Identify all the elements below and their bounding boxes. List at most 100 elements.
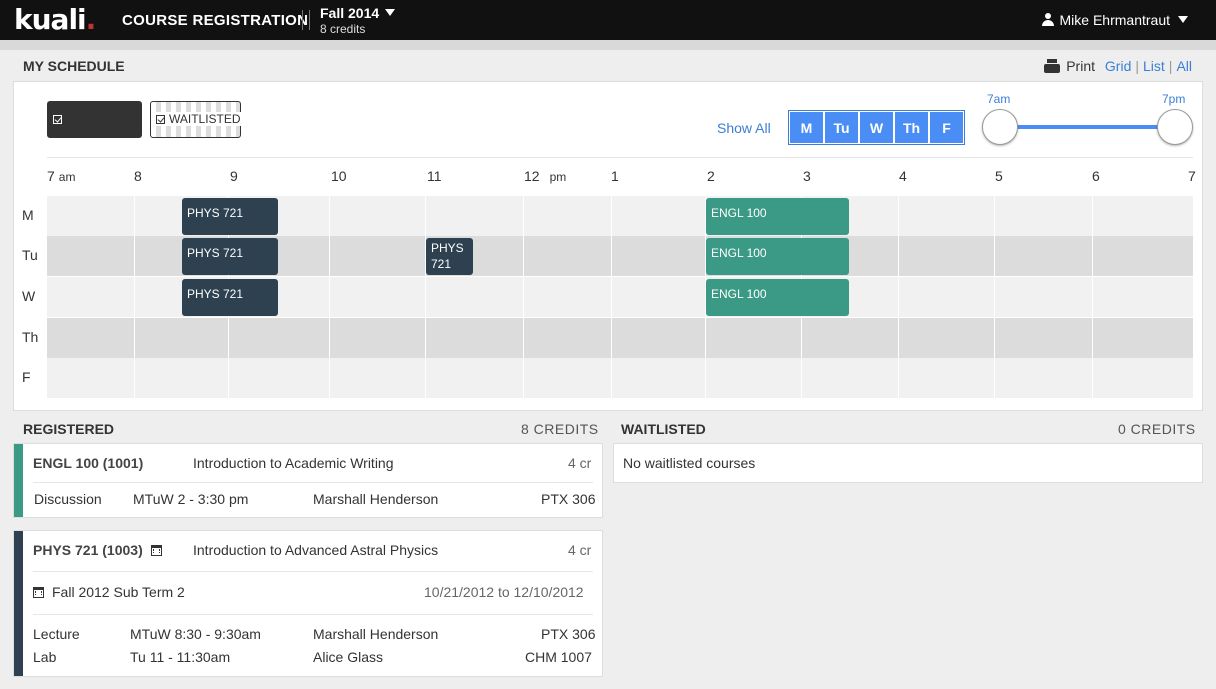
schedule-panel: REGISTERED WAITLISTED Show All M Tu W Th… <box>13 81 1203 411</box>
legend-registered-toggle[interactable]: REGISTERED <box>47 101 142 163</box>
hour-label: 4 <box>899 168 907 184</box>
time-range-end-handle[interactable] <box>1157 109 1193 145</box>
schedule-event-engl100[interactable]: ENGL 100 <box>706 198 849 235</box>
course-code: PHYS 721 (1003) <box>33 542 162 558</box>
hour-label: 2 <box>707 168 715 184</box>
slider-start-label: 7am <box>987 92 1011 106</box>
user-name: Mike Ehrmantraut <box>1059 12 1170 28</box>
divider <box>33 614 593 615</box>
hour-label: 12 pm <box>524 168 567 184</box>
subterm-label: Fall 2012 Sub Term 2 <box>33 584 185 600</box>
schedule-event-phys721[interactable]: PHYS 721 <box>182 198 278 235</box>
legend-waitlisted-label: WAITLISTED <box>169 112 241 126</box>
meeting-time: MTuW 2 - 3:30 pm <box>133 491 249 507</box>
day-toggle-w[interactable]: W <box>859 111 894 144</box>
kuali-logo[interactable]: kuali. <box>14 3 96 37</box>
show-all-link[interactable]: Show All <box>717 120 771 136</box>
view-list-link[interactable]: List <box>1143 58 1165 74</box>
title-separator <box>302 10 310 30</box>
course-name: Introduction to Advanced Astral Physics <box>193 542 439 558</box>
term-selector[interactable]: Fall 2014 <box>320 5 396 21</box>
time-range-track[interactable] <box>1001 125 1176 129</box>
divider <box>33 482 593 483</box>
day-toggle-tu[interactable]: Tu <box>824 111 859 144</box>
hour-gridline <box>898 196 899 399</box>
course-color-bar <box>14 531 23 676</box>
checkbox-checked-icon <box>156 115 165 124</box>
hour-label: 8 <box>134 168 142 184</box>
hour-label: 7 <box>1188 168 1196 184</box>
meeting-type: Lecture <box>33 626 80 642</box>
meeting-time: Tu 11 - 11:30am <box>130 649 231 665</box>
meeting-room: PTX 306 <box>541 491 596 507</box>
meeting-instructor: Alice Glass <box>313 649 384 665</box>
hour-gridline <box>134 196 135 399</box>
waitlist-card: No waitlisted courses <box>613 443 1203 483</box>
hour-label: 9 <box>230 168 238 184</box>
meeting-room: CHM 1007 <box>525 649 592 665</box>
schedule-grid: M Tu W Th F PHYS 721 PHYS 721 PHYS 721 PHYS 721 E… <box>22 196 1193 399</box>
schedule-event-engl100[interactable]: ENGL 100 <box>706 279 849 316</box>
day-toggle-th[interactable]: Th <box>894 111 929 144</box>
schedule-event-engl100[interactable]: ENGL 100 <box>706 238 849 275</box>
hour-label: 5 <box>995 168 1003 184</box>
top-bar: kuali. COURSE REGISTRATION Fall 2014 8 c… <box>0 0 1216 40</box>
course-credits: 4 cr <box>568 542 592 558</box>
subterm-dates: 10/21/2012 to 12/10/2012 <box>424 584 584 600</box>
registered-heading: REGISTERED <box>23 421 115 437</box>
course-color-bar <box>14 444 23 517</box>
printer-icon[interactable] <box>1044 59 1061 73</box>
time-range-start-handle[interactable] <box>982 109 1018 145</box>
hour-label: 6 <box>1092 168 1100 184</box>
grid-row-th <box>47 318 1193 358</box>
day-row-label: F <box>22 369 31 385</box>
hour-gridline <box>523 196 524 399</box>
course-card-engl100[interactable]: ENGL 100 (1001) Introduction to Academic… <box>13 443 603 518</box>
legend-waitlisted-toggle[interactable]: WAITLISTED <box>150 101 243 138</box>
view-switcher: Print Grid | List | All <box>1044 58 1192 74</box>
schedule-event-phys721[interactable]: PHYS 721 <box>182 279 278 316</box>
waitlisted-heading: WAITLISTED <box>621 421 706 437</box>
day-row-label: Tu <box>22 247 38 263</box>
schedule-event-phys721[interactable]: PHYS 721 <box>426 238 473 275</box>
waitlisted-credits: 0 CREDITS <box>1118 421 1196 437</box>
chevron-down-icon <box>385 9 396 16</box>
hour-label: 10 <box>331 168 347 184</box>
chevron-down-icon <box>1178 16 1188 23</box>
course-credits: 4 cr <box>568 455 592 471</box>
meeting-type: Lab <box>33 649 57 665</box>
day-row-label: M <box>22 207 34 223</box>
hour-label: 3 <box>803 168 811 184</box>
course-name: Introduction to Academic Writing <box>193 455 394 471</box>
day-toggle-m[interactable]: M <box>789 111 824 144</box>
day-filter: M Tu W Th F <box>788 110 965 145</box>
grid-row-f <box>47 358 1193 398</box>
hour-label: 11 <box>427 168 442 184</box>
divider <box>47 157 1193 158</box>
calendar-icon <box>150 545 162 556</box>
meeting-instructor: Marshall Henderson <box>313 491 439 507</box>
course-code: ENGL 100 (1001) <box>33 455 144 471</box>
course-card-phys721[interactable]: PHYS 721 (1003) Introduction to Advanced… <box>13 530 603 677</box>
user-menu[interactable]: Mike Ehrmantraut <box>1041 12 1188 28</box>
slider-end-label: 7pm <box>1162 92 1186 106</box>
term-label: Fall 2014 <box>320 5 380 21</box>
meeting-room: PTX 306 <box>541 626 596 642</box>
hour-label: 1 <box>611 168 619 184</box>
meeting-time: MTuW 8:30 - 9:30am <box>130 626 261 642</box>
term-credits: 8 credits <box>320 22 366 36</box>
day-toggle-f[interactable]: F <box>929 111 964 144</box>
checkbox-checked-icon <box>53 115 62 124</box>
view-grid-link[interactable]: Grid <box>1105 58 1131 74</box>
schedule-event-phys721[interactable]: PHYS 721 <box>182 238 278 275</box>
day-row-label: W <box>22 288 36 304</box>
print-link[interactable]: Print <box>1066 58 1095 74</box>
hour-gridline <box>994 196 995 399</box>
view-all-link[interactable]: All <box>1176 58 1192 74</box>
meeting-type: Discussion <box>34 491 102 507</box>
page-title: MY SCHEDULE <box>23 58 125 74</box>
registered-credits: 8 CREDITS <box>521 421 599 437</box>
meeting-instructor: Marshall Henderson <box>313 626 439 642</box>
user-icon <box>1041 13 1054 26</box>
header-strip <box>0 40 1216 50</box>
